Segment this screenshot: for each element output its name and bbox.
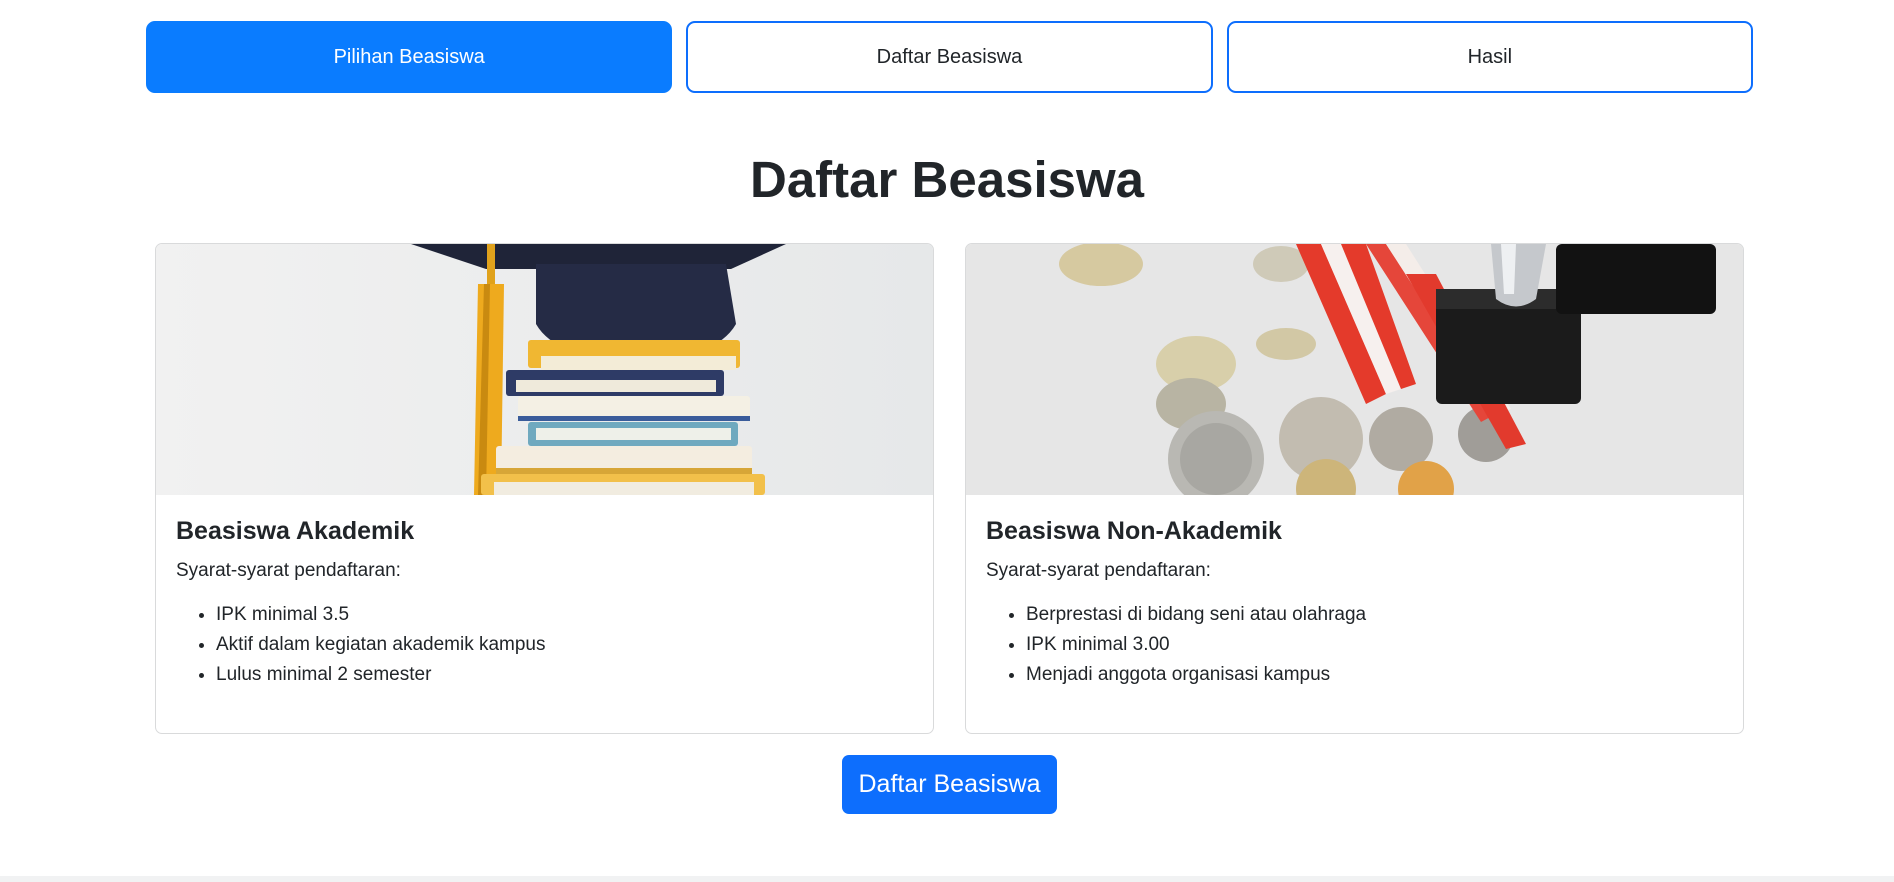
tab-daftar-beasiswa[interactable]: Daftar Beasiswa	[686, 21, 1213, 93]
card-title: Beasiswa Non-Akademik	[986, 517, 1282, 545]
list-item: IPK minimal 3.00	[1026, 630, 1723, 660]
list-item: Aktif dalam kegiatan akademik kampus	[216, 630, 913, 660]
medals-image	[966, 244, 1743, 495]
list-item: Berprestasi di bidang seni atau olahraga	[1026, 600, 1723, 630]
graduation-books-image	[156, 244, 933, 495]
tab-pilihan-beasiswa[interactable]: Pilihan Beasiswa	[146, 21, 673, 93]
daftar-beasiswa-button[interactable]: Daftar Beasiswa	[842, 755, 1057, 814]
card-body: Beasiswa Akademik Syarat-syarat pendafta…	[156, 495, 933, 690]
card-intro: Syarat-syarat pendaftaran:	[176, 560, 401, 581]
card-title: Beasiswa Akademik	[176, 517, 415, 545]
requirements-list: IPK minimal 3.5 Aktif dalam kegiatan aka…	[176, 600, 913, 690]
list-item: Lulus minimal 2 semester	[216, 660, 913, 690]
list-item: IPK minimal 3.5	[216, 600, 913, 630]
tab-bar: Pilihan Beasiswa Daftar Beasiswa Hasil	[146, 21, 1753, 93]
footer-divider	[0, 876, 1894, 882]
tab-hasil[interactable]: Hasil	[1226, 21, 1753, 93]
requirements-list: Berprestasi di bidang seni atau olahraga…	[986, 600, 1723, 690]
list-item: Menjadi anggota organisasi kampus	[1026, 660, 1723, 690]
card-beasiswa-akademik: Beasiswa Akademik Syarat-syarat pendafta…	[155, 243, 934, 734]
page-title: Daftar Beasiswa	[749, 151, 1145, 208]
card-body: Beasiswa Non-Akademik Syarat-syarat pend…	[966, 495, 1743, 690]
card-intro: Syarat-syarat pendaftaran:	[986, 560, 1211, 581]
card-beasiswa-non-akademik: Beasiswa Non-Akademik Syarat-syarat pend…	[965, 243, 1744, 734]
